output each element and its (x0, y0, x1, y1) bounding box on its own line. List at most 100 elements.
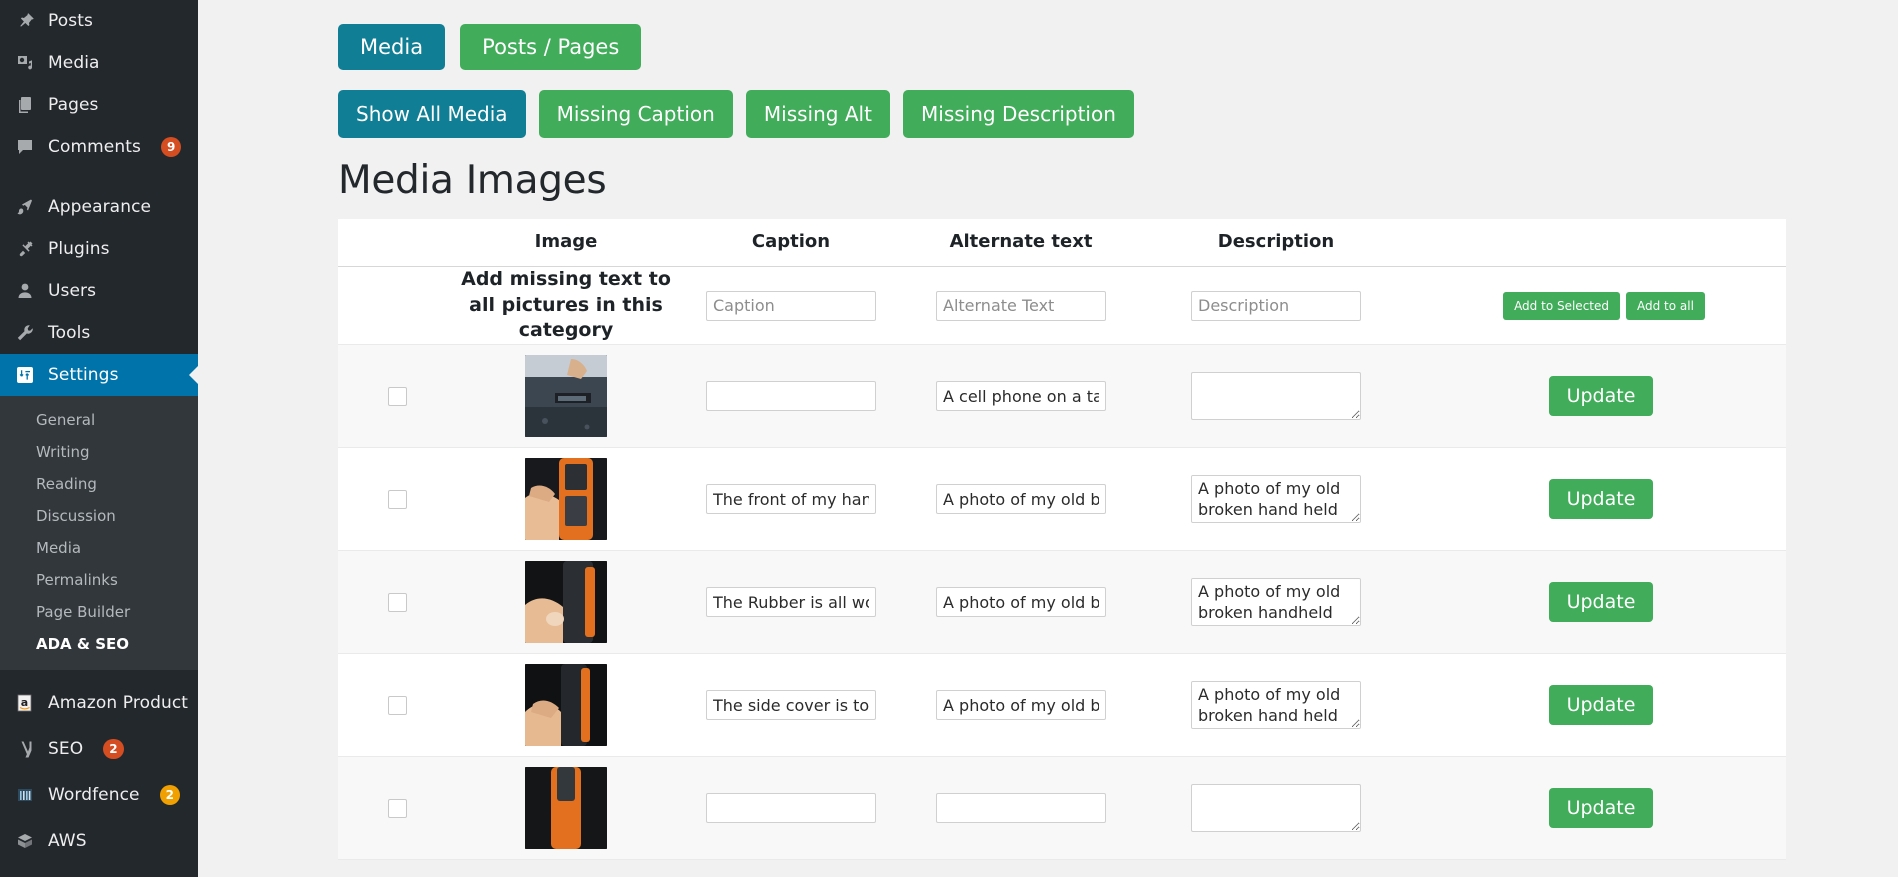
sidebar-item-appearance[interactable]: Appearance (0, 186, 198, 228)
sidebar-item-pages[interactable]: Pages (0, 84, 198, 126)
submenu-item-discussion[interactable]: Discussion (0, 500, 198, 532)
filter-show-all-media[interactable]: Show All Media (338, 90, 526, 138)
row-description-cell (1136, 344, 1416, 448)
row-checkbox[interactable] (387, 489, 407, 509)
media-icon (14, 52, 36, 74)
description-textarea[interactable] (1191, 372, 1361, 420)
update-button[interactable]: Update (1548, 479, 1654, 519)
table-row: Update (338, 344, 1786, 448)
submenu-item-reading[interactable]: Reading (0, 468, 198, 500)
row-actions-cell: Update (1416, 550, 1786, 654)
row-image-cell (456, 550, 676, 654)
row-actions-cell: Update (1416, 756, 1786, 860)
row-caption-cell (676, 550, 906, 654)
bulk-alt-input[interactable] (936, 290, 1106, 321)
filter-missing-alt[interactable]: Missing Alt (745, 90, 890, 138)
table-header-row: Image Caption Alternate text Description (338, 219, 1786, 267)
media-table-container: Image Caption Alternate text Description… (338, 219, 1786, 860)
description-textarea[interactable]: A photo of my old broken hand held (1191, 681, 1361, 729)
tab-media[interactable]: Media (338, 24, 446, 70)
column-header-caption: Caption (676, 219, 906, 267)
alt-text-input[interactable] (936, 381, 1106, 411)
submenu-item-page-builder[interactable]: Page Builder (0, 596, 198, 628)
tab-posts-pages[interactable]: Posts / Pages (460, 24, 642, 70)
caption-input[interactable] (706, 587, 876, 617)
media-thumbnail[interactable] (525, 664, 607, 746)
submenu-item-label: Media (36, 539, 82, 557)
amazon-icon: a (14, 692, 36, 714)
update-button[interactable]: Update (1548, 376, 1654, 416)
wrench-icon (14, 322, 36, 344)
row-select-cell (338, 344, 456, 448)
description-textarea[interactable] (1191, 784, 1361, 832)
media-thumbnail[interactable] (525, 767, 607, 849)
bulk-description-cell (1136, 266, 1416, 345)
caption-input[interactable] (706, 690, 876, 720)
seo-badge: 2 (103, 739, 124, 759)
sidebar-item-users[interactable]: Users (0, 270, 198, 312)
column-header-alternate-text: Alternate text (906, 219, 1136, 267)
media-table: Image Caption Alternate text Description… (338, 219, 1786, 860)
media-thumbnail[interactable] (525, 458, 607, 540)
sidebar-item-seo[interactable]: SEO 2 (0, 726, 198, 772)
sidebar-item-posts[interactable]: Posts (0, 0, 198, 42)
row-checkbox[interactable] (387, 592, 407, 612)
caption-input[interactable] (706, 793, 876, 823)
row-checkbox[interactable] (387, 798, 407, 818)
update-button[interactable]: Update (1548, 582, 1654, 622)
media-thumbnail[interactable] (525, 561, 607, 643)
row-actions-cell: Update (1416, 447, 1786, 551)
bulk-description-input[interactable] (1191, 290, 1361, 321)
submenu-item-media[interactable]: Media (0, 532, 198, 564)
filter-missing-description[interactable]: Missing Description (903, 90, 1134, 138)
sidebar-item-tools[interactable]: Tools (0, 312, 198, 354)
sidebar-item-label: Comments (48, 137, 141, 157)
caption-input[interactable] (706, 381, 876, 411)
table-row: A photo of my old broken hand held Updat… (338, 653, 1786, 757)
wordfence-badge: 2 (159, 785, 180, 805)
alt-text-input[interactable] (936, 484, 1106, 514)
bulk-spacer-cell (338, 266, 456, 345)
row-description-cell: A photo of my old broken hand held (1136, 653, 1416, 757)
submenu-item-general[interactable]: General (0, 404, 198, 436)
submenu-item-ada-seo[interactable]: ADA & SEO (0, 628, 198, 660)
sidebar-item-settings[interactable]: Settings (0, 354, 198, 396)
bulk-caption-input[interactable] (706, 290, 876, 321)
row-actions-cell: Update (1416, 653, 1786, 757)
sidebar-item-plugins[interactable]: Plugins (0, 228, 198, 270)
submenu-item-writing[interactable]: Writing (0, 436, 198, 468)
brush-icon (14, 196, 36, 218)
sidebar-item-wordfence[interactable]: Wordfence 2 (0, 772, 198, 818)
media-thumbnail[interactable] (525, 355, 607, 437)
row-description-cell: A photo of my old broken handheld (1136, 550, 1416, 654)
row-image-cell (456, 653, 676, 757)
update-button[interactable]: Update (1548, 685, 1654, 725)
row-checkbox[interactable] (387, 386, 407, 406)
sidebar-item-label: Settings (48, 365, 119, 385)
sidebar-item-label: AWS (48, 831, 87, 851)
submenu-item-label: Page Builder (36, 603, 131, 621)
add-to-all-button[interactable]: Add to all (1626, 291, 1705, 320)
alt-text-input[interactable] (936, 690, 1106, 720)
filter-tab-group: Show All Media Missing Caption Missing A… (338, 90, 1898, 138)
submenu-item-permalinks[interactable]: Permalinks (0, 564, 198, 596)
sidebar-item-media[interactable]: Media (0, 42, 198, 84)
row-checkbox[interactable] (387, 695, 407, 715)
yoast-icon (14, 738, 36, 760)
update-button[interactable]: Update (1548, 788, 1654, 828)
add-to-selected-button[interactable]: Add to Selected (1503, 291, 1620, 320)
alt-text-input[interactable] (936, 793, 1106, 823)
description-textarea[interactable]: A photo of my old broken hand held (1191, 475, 1361, 523)
sidebar-item-label: Users (48, 281, 97, 301)
filter-missing-caption[interactable]: Missing Caption (538, 90, 733, 138)
row-alt-cell (906, 447, 1136, 551)
caption-input[interactable] (706, 484, 876, 514)
svg-text:a: a (21, 696, 28, 709)
sidebar-item-amazon-product[interactable]: a Amazon Product (0, 680, 198, 726)
description-textarea[interactable]: A photo of my old broken handheld (1191, 578, 1361, 626)
alt-text-input[interactable] (936, 587, 1106, 617)
sidebar-item-aws[interactable]: AWS (0, 818, 198, 864)
bulk-actions-cell: Add to Selected Add to all (1416, 266, 1786, 345)
sidebar-item-comments[interactable]: Comments 9 (0, 126, 198, 168)
row-select-cell (338, 447, 456, 551)
